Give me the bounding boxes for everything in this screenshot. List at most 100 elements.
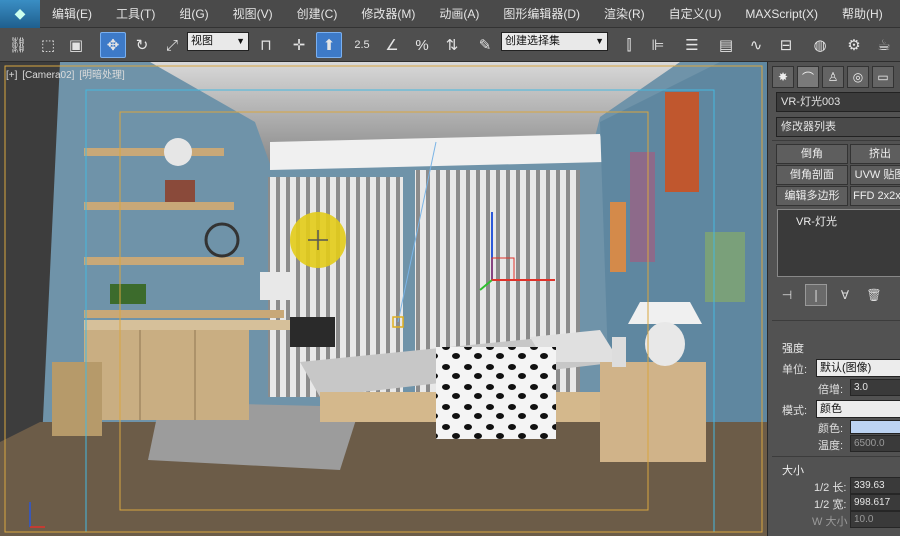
object-name-field[interactable]: VR-灯光003: [776, 92, 900, 112]
ribbon-icon[interactable]: ▤: [714, 32, 738, 58]
size-section-title: 大小: [782, 465, 804, 477]
percent-snap-icon[interactable]: %: [410, 32, 434, 58]
render-teapot-icon[interactable]: ☕: [872, 32, 896, 58]
decor-skull: [164, 138, 192, 166]
multiplier-input[interactable]: 3.0: [850, 379, 900, 396]
mirror-icon[interactable]: ⫿: [617, 32, 641, 58]
modifier-ffd-button[interactable]: FFD 2x2x2: [850, 186, 900, 206]
show-end-result-icon[interactable]: ❘: [805, 284, 827, 306]
half-length-label: 1/2 长:: [814, 482, 847, 494]
menu-group[interactable]: 组(G): [167, 0, 220, 28]
drawer-cabinet: [84, 330, 249, 420]
mode-label: 模式:: [782, 405, 808, 417]
render-setup-icon[interactable]: ⚙: [842, 32, 866, 58]
select-region-icon[interactable]: ⬚: [36, 32, 60, 58]
chair: [290, 317, 335, 347]
menu-graph-editors[interactable]: 图形编辑器(D): [491, 0, 592, 28]
select-link-icon[interactable]: ⛓: [6, 32, 30, 58]
modifier-bevel-button[interactable]: 倒角: [776, 144, 848, 164]
menu-edit[interactable]: 编辑(E): [40, 0, 104, 28]
snap-toggle-icon[interactable]: 2.5: [350, 32, 374, 58]
painting-orange: [665, 92, 699, 192]
modifier-bevel-profile-button[interactable]: 倒角剖面: [776, 165, 848, 185]
menu-create[interactable]: 创建(C): [285, 0, 350, 28]
monitor: [260, 272, 290, 300]
menu-help[interactable]: 帮助(H): [830, 0, 895, 28]
intensity-section-title: 强度: [782, 343, 804, 355]
half-width-input[interactable]: 998.617: [850, 494, 900, 511]
viewport-label[interactable]: [+] [Camera02] [明暗处理]: [6, 66, 127, 81]
viewport-menu-label[interactable]: [+]: [6, 70, 17, 81]
modifier-uvw-map-button[interactable]: UVW 贴图: [850, 165, 900, 185]
select-move-icon[interactable]: ✥: [100, 32, 126, 58]
unit-dropdown[interactable]: 默认(图像): [816, 359, 900, 377]
modifier-list-dropdown[interactable]: 修改器列表: [776, 117, 900, 137]
viewport-shading-label[interactable]: [明暗处理]: [79, 70, 125, 81]
material-editor-icon[interactable]: ◍: [808, 32, 832, 58]
lamp-shade: [628, 302, 702, 324]
named-selection-set-dropdown[interactable]: 创建选择集 ▼: [501, 32, 608, 51]
menu-views[interactable]: 视图(V): [221, 0, 285, 28]
viewport-camera-label[interactable]: [Camera02]: [22, 70, 74, 81]
make-unique-icon[interactable]: ∀: [834, 284, 856, 306]
pin-stack-icon[interactable]: ⊣: [776, 284, 798, 306]
half-width-label: 1/2 宽:: [814, 499, 847, 511]
painting-small: [610, 202, 626, 272]
modify-tab-icon[interactable]: ⌒: [797, 66, 819, 88]
menu-animation[interactable]: 动画(A): [427, 0, 491, 28]
scale-icon[interactable]: ⤢: [160, 32, 184, 58]
chevron-down-icon: ▼: [236, 36, 245, 46]
w-size-label: W 大小: [812, 516, 848, 528]
menu-modifiers[interactable]: 修改器(M): [349, 0, 427, 28]
snap-label: 2.5: [354, 39, 370, 51]
vase: [612, 337, 626, 367]
light-color-swatch[interactable]: [850, 420, 900, 434]
edit-named-selection-icon[interactable]: ✎: [473, 32, 497, 58]
modifier-edit-poly-button[interactable]: 编辑多边形: [776, 186, 848, 206]
named-selection-set-value: 创建选择集: [505, 35, 560, 47]
display-tab-icon[interactable]: ▭: [872, 66, 894, 88]
reference-coordinate-dropdown[interactable]: 视图 ▼: [187, 32, 249, 51]
stack-toolbar: ⊣ ❘ ∀ 🗑: [776, 284, 885, 306]
select-window-icon[interactable]: ▣: [64, 32, 88, 58]
align-icon[interactable]: ⊫: [646, 32, 670, 58]
shelf-1: [84, 148, 224, 156]
hierarchy-tab-icon[interactable]: ♙: [822, 66, 844, 88]
chevron-down-icon: ▼: [595, 36, 604, 46]
dalmatian-blanket: [436, 347, 556, 439]
shelf-4: [84, 310, 284, 318]
modifier-extrude-button[interactable]: 挤出: [850, 144, 900, 164]
w-size-input[interactable]: 10.0: [850, 511, 900, 528]
menu-maxscript[interactable]: MAXScript(X): [733, 0, 830, 28]
color-label: 颜色:: [818, 423, 844, 435]
menu-tools[interactable]: 工具(T): [104, 0, 167, 28]
laundry-basket: [52, 362, 102, 436]
temperature-label: 温度:: [818, 440, 844, 452]
motion-tab-icon[interactable]: ◎: [847, 66, 869, 88]
menu-customize[interactable]: 自定义(U): [657, 0, 734, 28]
schematic-view-icon[interactable]: ⊟: [774, 32, 798, 58]
remove-modifier-icon[interactable]: 🗑: [863, 284, 885, 306]
rotate-icon[interactable]: ↻: [130, 32, 154, 58]
app-logo-icon[interactable]: ◆: [0, 0, 40, 28]
half-length-input[interactable]: 339.63: [850, 477, 900, 494]
painting-purple: [630, 152, 655, 262]
create-tab-icon[interactable]: ✸: [772, 66, 794, 88]
manipulate-icon[interactable]: ✛: [287, 32, 311, 58]
mode-dropdown[interactable]: 颜色: [816, 400, 900, 418]
layer-manager-icon[interactable]: ☰: [680, 32, 704, 58]
pivot-icon[interactable]: ⊓: [254, 32, 278, 58]
shelf-3: [84, 257, 244, 265]
curve-editor-icon[interactable]: ∿: [744, 32, 768, 58]
spinner-snap-icon[interactable]: ⇅: [440, 32, 464, 58]
modifier-stack[interactable]: VR-灯光: [777, 209, 900, 277]
plant: [110, 284, 146, 304]
stack-item-vray-light[interactable]: VR-灯光: [796, 213, 837, 229]
temperature-input[interactable]: 6500.0: [850, 435, 900, 452]
shelf-2: [84, 202, 234, 210]
camera-viewport[interactable]: [+] [Camera02] [明暗处理]: [0, 62, 767, 536]
menu-rendering[interactable]: 渲染(R): [592, 0, 657, 28]
nightstand: [600, 362, 706, 462]
angle-snap-icon[interactable]: ∠: [380, 32, 404, 58]
keyboard-shortcut-icon[interactable]: ⬆: [316, 32, 342, 58]
